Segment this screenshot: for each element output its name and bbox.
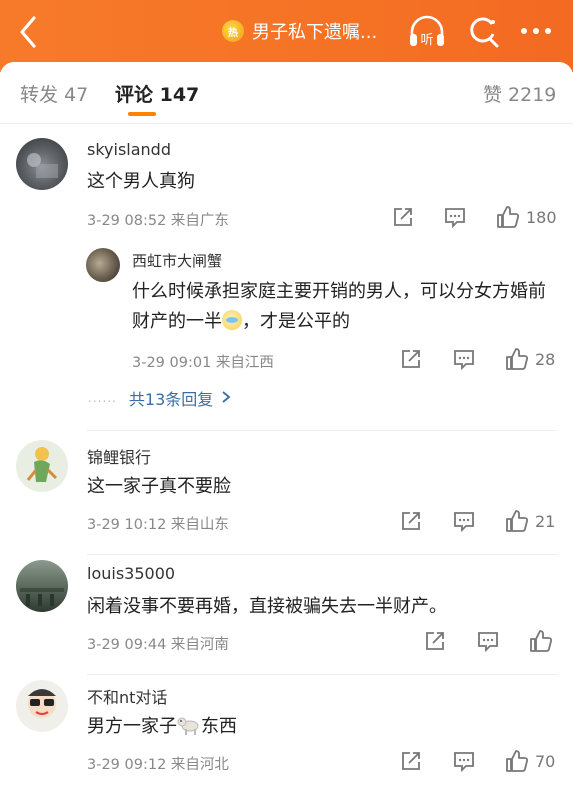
comment-text: 男方一家子 东西: [87, 714, 237, 737]
comment-icon[interactable]: [453, 750, 475, 772]
reply-text: 什么时候承担家庭主要开销的男人，可以分女方婚前财产的一半 ，才是公平的: [132, 281, 546, 332]
like-count: 70: [535, 751, 556, 771]
search-icon[interactable]: [466, 14, 500, 48]
tab-bar: 转发 47 评论 147 赞 2219: [0, 62, 573, 124]
avatar[interactable]: [16, 560, 68, 612]
comment-username[interactable]: skyislandd: [87, 140, 171, 159]
svg-text:听: 听: [420, 33, 433, 48]
like-icon: [506, 348, 529, 370]
like-count: 28: [535, 349, 556, 369]
repost-icon[interactable]: [400, 510, 422, 532]
like-icon: [506, 750, 529, 772]
hot-badge-icon: 热: [222, 20, 244, 42]
like-count: 21: [535, 511, 556, 531]
dog-emoji-icon: [177, 714, 201, 736]
sweat-emoji-icon: [222, 310, 242, 330]
comment-icon[interactable]: [453, 348, 475, 370]
divider: [87, 674, 557, 675]
repost-icon[interactable]: [424, 630, 446, 652]
avatar[interactable]: [86, 248, 120, 282]
more-icon[interactable]: [518, 14, 554, 48]
chevron-right-icon: [221, 389, 231, 408]
more-replies-link[interactable]: ...... 共13条回复: [88, 386, 231, 410]
repost-icon[interactable]: [400, 348, 422, 370]
comment-text: 闲着没事不要再婚，直接被骗失去一半财产。: [87, 596, 447, 617]
like-button[interactable]: 28: [505, 347, 555, 371]
like-icon: [530, 630, 553, 652]
reply-meta: 3-29 09:01 来自江西: [132, 355, 274, 371]
tab-repost[interactable]: 转发 47: [20, 80, 88, 107]
like-button[interactable]: 70: [505, 749, 555, 773]
avatar[interactable]: [16, 138, 68, 190]
reply-username[interactable]: 西虹市大闸蟹: [132, 250, 222, 271]
like-icon: [497, 206, 520, 228]
back-icon[interactable]: [14, 14, 44, 50]
comments-panel: 转发 47 评论 147 赞 2219 skyislandd 这个男人真狗 3-…: [0, 62, 573, 800]
dots-icon: ......: [88, 391, 117, 405]
comment-username[interactable]: 锦鲤银行: [87, 444, 151, 468]
comment-text: 这一家子真不要脸: [87, 476, 231, 497]
like-button[interactable]: 180: [496, 205, 557, 229]
comment-username[interactable]: 不和nt对话: [87, 684, 167, 708]
comment-meta: 3-29 10:12 来自山东: [87, 517, 229, 533]
comment-meta: 3-29 09:12 来自河北: [87, 757, 229, 773]
repost-icon[interactable]: [400, 750, 422, 772]
comment-icon[interactable]: [453, 510, 475, 532]
comment-icon[interactable]: [444, 206, 466, 228]
repost-icon[interactable]: [392, 206, 414, 228]
like-count: 180: [526, 207, 557, 227]
like-icon: [506, 510, 529, 532]
divider: [87, 554, 557, 555]
tab-active-indicator: [128, 112, 156, 116]
comment-text: 这个男人真狗: [87, 171, 195, 192]
page-title[interactable]: 男子私下遗嘱...: [252, 18, 377, 44]
tab-like[interactable]: 赞 2219: [483, 80, 556, 107]
like-button[interactable]: 21: [505, 509, 555, 533]
listen-icon[interactable]: 听: [407, 14, 447, 50]
comment-username[interactable]: louis35000: [87, 564, 175, 583]
divider: [87, 430, 557, 431]
tab-comment[interactable]: 评论 147: [115, 80, 199, 107]
avatar[interactable]: [16, 680, 68, 732]
comment-meta: 3-29 08:52 来自广东: [87, 213, 229, 229]
like-button[interactable]: [529, 629, 559, 653]
avatar[interactable]: [16, 440, 68, 492]
comment-meta: 3-29 09:44 来自河南: [87, 637, 229, 653]
comment-icon[interactable]: [477, 630, 499, 652]
